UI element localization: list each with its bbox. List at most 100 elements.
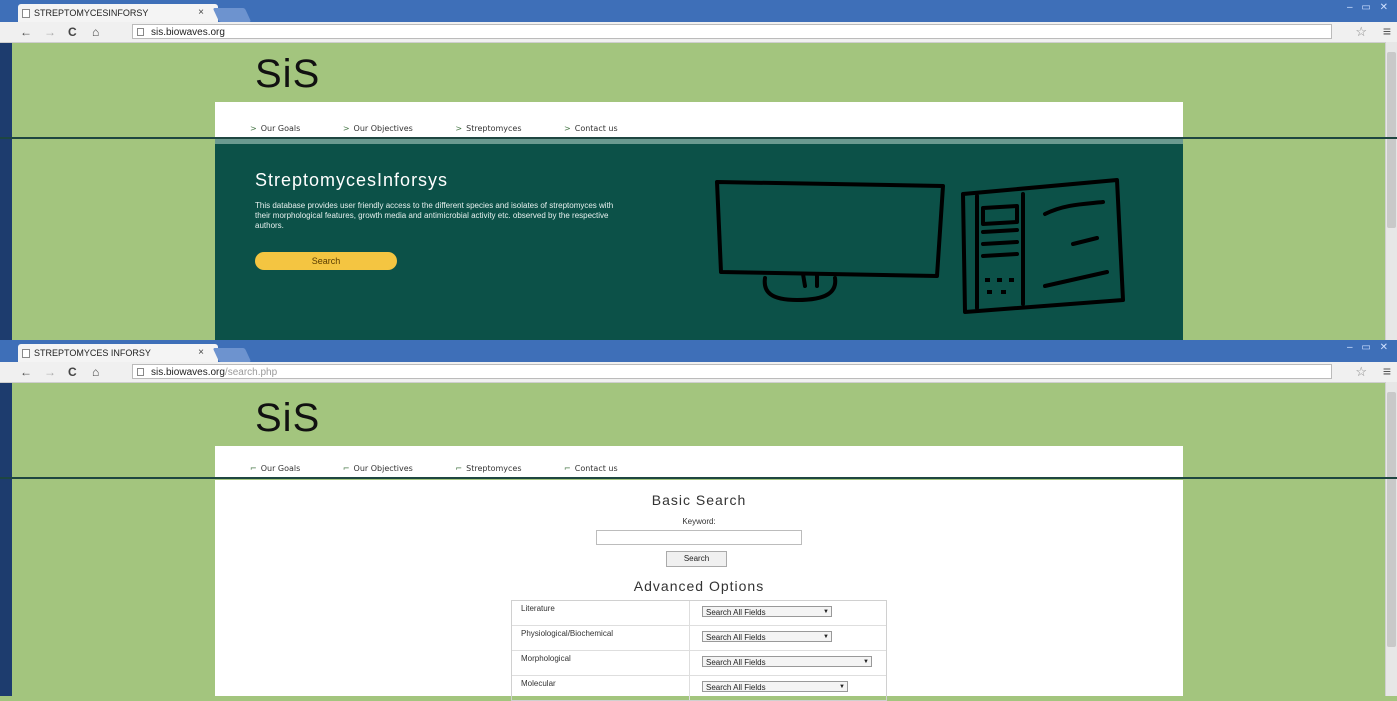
nav-band: > Our Goals > Our Objectives > Streptomyces… xyxy=(215,102,1183,138)
nav-label: Streptomyces xyxy=(466,124,522,133)
arrow-icon: ⌐ xyxy=(250,464,257,473)
select-value: Search All Fields xyxy=(706,633,766,642)
table-row: Physiological/Biochemical Search All Fie… xyxy=(512,626,886,651)
chevron-down-icon: ▼ xyxy=(863,659,869,665)
nav-item-contact-us[interactable]: ⌐ Contact us xyxy=(564,464,638,473)
select-value: Search All Fields xyxy=(706,683,766,692)
basic-search-heading: Basic Search xyxy=(651,492,747,508)
nav-item-contact-us[interactable]: > Contact us xyxy=(564,124,638,133)
back-icon[interactable]: ← xyxy=(20,25,32,39)
field-label: Molecular xyxy=(512,676,690,700)
arrow-icon: > xyxy=(564,124,571,133)
arrow-icon: ⌐ xyxy=(455,464,463,473)
url-host: sis.biowaves.org xyxy=(151,367,225,378)
select-value: Search All Fields xyxy=(706,608,766,617)
bookmark-star-icon[interactable]: ☆ xyxy=(1355,24,1367,40)
hero-title: StreptomycesInforsys xyxy=(255,170,449,190)
main-nav: > Our Goals > Our Objectives > Streptomyces… xyxy=(250,124,658,133)
arrow-icon: ⌐ xyxy=(564,464,571,473)
nav-label: Our Objectives xyxy=(353,464,413,473)
browser-window-home: STREPTOMYCESINFORSY × – ▭ ✕ ← → C ⌂ sis.… xyxy=(0,0,1397,340)
tab-title: STREPTOMYCESINFORSY xyxy=(34,8,149,18)
address-toolbar: ← → C ⌂ sis.biowaves.org/search.php ☆ ≡ xyxy=(0,362,1397,383)
nav-label: Our Goals xyxy=(260,464,301,473)
nav-label: Our Goals xyxy=(260,124,301,133)
search-panel: Basic Search Keyword: Search Advanced Op… xyxy=(215,480,1183,701)
nav-label: Streptomyces xyxy=(466,464,522,473)
window-controls[interactable]: – ▭ ✕ xyxy=(1347,342,1391,353)
tab-title: STREPTOMYCES INFORSY xyxy=(34,348,151,358)
nav-label: Contact us xyxy=(574,464,618,473)
nav-label: Our Objectives xyxy=(353,124,413,133)
address-toolbar: ← → C ⌂ sis.biowaves.org ☆ ≡ xyxy=(0,22,1397,43)
main-nav: ⌐ Our Goals ⌐ Our Objectives ⌐ Streptomyces… xyxy=(250,464,658,473)
menu-icon[interactable]: ≡ xyxy=(1383,23,1391,39)
physiological-biochemical-select[interactable]: Search All Fields ▼ xyxy=(702,631,832,642)
chevron-down-icon: ▼ xyxy=(823,609,829,615)
chevron-down-icon: ▼ xyxy=(823,634,829,640)
computer-illustration-icon xyxy=(715,178,1125,314)
advanced-options-table: Literature Search All Fields ▼ Physiologi… xyxy=(511,600,887,701)
field-label: Literature xyxy=(512,601,690,625)
bookmark-star-icon[interactable]: ☆ xyxy=(1355,364,1367,380)
window-controls[interactable]: – ▭ ✕ xyxy=(1347,2,1391,13)
back-icon[interactable]: ← xyxy=(20,365,32,379)
new-tab-button[interactable] xyxy=(212,348,252,362)
nav-item-our-objectives[interactable]: ⌐ Our Objectives xyxy=(343,464,433,473)
browser-tab[interactable]: STREPTOMYCESINFORSY × xyxy=(18,4,218,22)
literature-select[interactable]: Search All Fields ▼ xyxy=(702,606,832,617)
table-row: Literature Search All Fields ▼ xyxy=(512,601,886,626)
tab-strip: STREPTOMYCESINFORSY × – ▭ ✕ xyxy=(0,0,1397,22)
site-logo[interactable]: SiS xyxy=(255,52,320,97)
select-value: Search All Fields xyxy=(706,658,766,667)
nav-item-streptomyces[interactable]: ⌐ Streptomyces xyxy=(455,464,541,473)
window-left-border xyxy=(0,340,12,696)
search-button[interactable]: Search xyxy=(666,551,727,567)
advanced-options-heading: Advanced Options xyxy=(633,578,765,594)
scrollbar[interactable] xyxy=(1385,42,1397,340)
url-field[interactable]: sis.biowaves.org/search.php xyxy=(132,364,1332,379)
nav-item-our-goals[interactable]: > Our Goals xyxy=(250,124,320,133)
nav-item-streptomyces[interactable]: > Streptomyces xyxy=(455,124,541,133)
new-tab-button[interactable] xyxy=(212,8,252,22)
forward-icon[interactable]: → xyxy=(44,365,56,379)
tab-close-icon[interactable]: × xyxy=(198,344,204,362)
scrollbar-thumb[interactable] xyxy=(1387,392,1396,647)
arrow-icon: ⌐ xyxy=(342,464,350,473)
url-field[interactable]: sis.biowaves.org xyxy=(132,24,1332,39)
url-path: /search.php xyxy=(224,367,278,378)
nav-item-our-goals[interactable]: ⌐ Our Goals xyxy=(250,464,320,473)
page-icon xyxy=(22,349,30,358)
morphological-select[interactable]: Search All Fields ▼ xyxy=(702,656,872,667)
keyword-label: Keyword: xyxy=(682,517,716,526)
reload-icon[interactable]: C xyxy=(68,25,77,39)
tab-close-icon[interactable]: × xyxy=(198,4,204,22)
table-row: Molecular Search All Fields ▼ xyxy=(512,676,886,700)
hero-description: This database provides user friendly acc… xyxy=(255,201,614,230)
scrollbar-thumb[interactable] xyxy=(1387,52,1396,228)
nav-band: ⌐ Our Goals ⌐ Our Objectives ⌐ Streptomyces… xyxy=(215,446,1183,478)
divider xyxy=(0,477,1397,479)
chevron-down-icon: ▼ xyxy=(839,684,845,690)
forward-icon[interactable]: → xyxy=(44,25,56,39)
hero-search-button[interactable]: Search xyxy=(255,252,397,270)
scrollbar[interactable] xyxy=(1385,382,1397,696)
table-row: Morphological Search All Fields ▼ xyxy=(512,651,886,676)
home-icon[interactable]: ⌂ xyxy=(92,25,99,39)
arrow-icon: > xyxy=(455,124,463,133)
site-logo[interactable]: SiS xyxy=(255,396,320,441)
nav-label: Contact us xyxy=(574,124,618,133)
arrow-icon: > xyxy=(250,124,257,133)
field-label: Physiological/Biochemical xyxy=(512,626,690,650)
molecular-select[interactable]: Search All Fields ▼ xyxy=(702,681,848,692)
arrow-icon: > xyxy=(342,124,350,133)
home-icon[interactable]: ⌂ xyxy=(92,365,99,379)
nav-item-our-objectives[interactable]: > Our Objectives xyxy=(343,124,433,133)
window-left-border xyxy=(0,0,12,340)
field-label: Morphological xyxy=(512,651,690,675)
browser-tab[interactable]: STREPTOMYCES INFORSY × xyxy=(18,344,218,362)
menu-icon[interactable]: ≡ xyxy=(1383,363,1391,379)
reload-icon[interactable]: C xyxy=(68,365,77,379)
keyword-input[interactable] xyxy=(596,530,802,545)
hero-banner: StreptomycesInforsys This database provi… xyxy=(215,144,1183,340)
